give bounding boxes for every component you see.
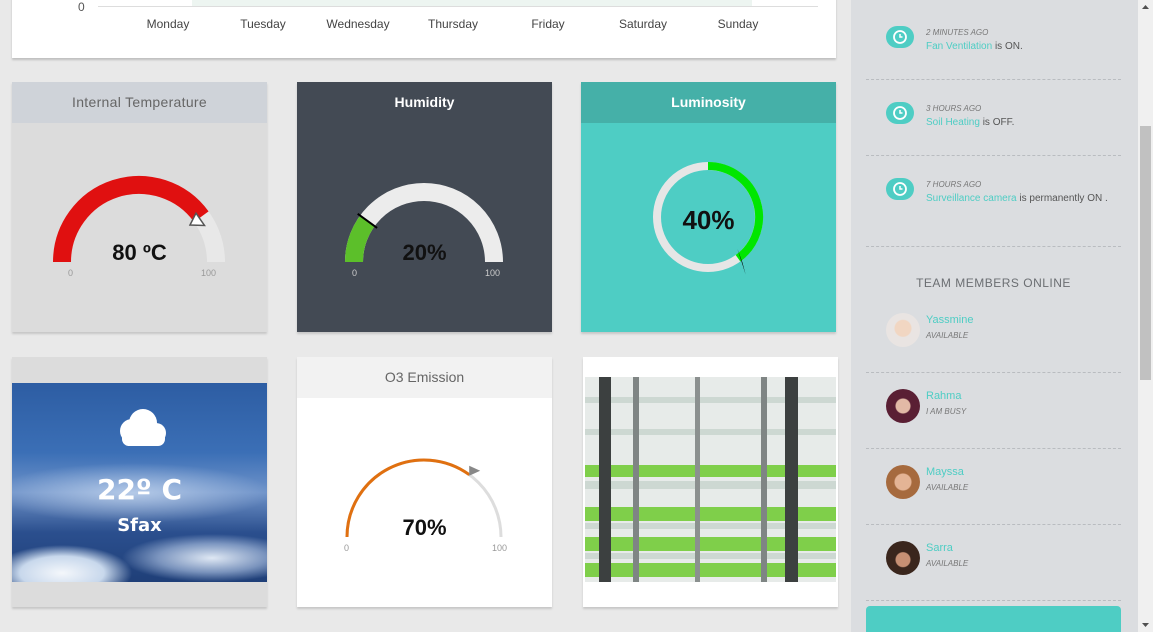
weather-city: Sfax xyxy=(117,515,162,536)
temperature-min-label: 0 xyxy=(68,268,74,278)
weekly-chart-card: 0 Monday Tuesday Wednesday Thursday Frid… xyxy=(12,0,836,58)
humidity-gauge xyxy=(345,183,503,263)
day-label-saturday: Saturday xyxy=(618,17,668,31)
temperature-gauge xyxy=(53,175,225,263)
humidity-value: 20% xyxy=(402,240,447,265)
activity-text: Soil Heating is OFF. xyxy=(926,117,1015,128)
chart-y-zero-label: 0 xyxy=(78,0,85,14)
member-status: AVAILABLE xyxy=(926,483,969,492)
o3-value: 70% xyxy=(402,515,447,540)
temperature-max-label: 100 xyxy=(201,268,217,278)
clock-icon xyxy=(886,178,914,200)
greenhouse-photo xyxy=(585,377,836,582)
day-label-thursday: Thursday xyxy=(427,17,479,31)
humidity-min-label: 0 xyxy=(352,268,358,278)
activity-item: 3 HOURS AGO Soil Heating is OFF. xyxy=(866,80,1121,156)
activity-device-link[interactable]: Soil Heating xyxy=(926,117,980,128)
temperature-card: Internal Temperature 80 ºC 0 100 xyxy=(12,82,267,332)
activity-device-link[interactable]: Surveillance camera xyxy=(926,193,1017,204)
temperature-value: 80 ºC xyxy=(112,240,167,265)
clock-icon xyxy=(886,102,914,124)
day-label-sunday: Sunday xyxy=(717,17,759,31)
activity-text: Surveillance camera is permanently ON . xyxy=(926,193,1108,204)
right-sidebar: 2 MINUTES AGO Fan Ventilation is ON. 3 H… xyxy=(851,0,1138,632)
scroll-up-arrow-icon[interactable] xyxy=(1138,0,1153,14)
chart-x-axis xyxy=(98,6,818,7)
member-name[interactable]: Sarra xyxy=(926,542,953,554)
activity-time: 2 MINUTES AGO xyxy=(926,28,989,37)
weather-card: 22º C Sfax xyxy=(12,357,267,607)
avatar xyxy=(886,541,920,575)
avatar xyxy=(886,313,920,347)
team-member[interactable]: Yassmine AVAILABLE xyxy=(866,297,1121,373)
o3-max-label: 100 xyxy=(492,543,508,553)
activity-time: 3 HOURS AGO xyxy=(926,104,982,113)
page-scrollbar[interactable] xyxy=(1138,0,1153,632)
luminosity-value: 40% xyxy=(682,205,735,235)
humidity-max-label: 100 xyxy=(485,268,501,278)
weather-temperature: 22º C xyxy=(96,473,183,506)
activity-device-link[interactable]: Fan Ventilation xyxy=(926,41,992,52)
team-member[interactable]: Rahma I AM BUSY xyxy=(866,373,1121,449)
activity-time: 7 HOURS AGO xyxy=(926,180,982,189)
humidity-card: Humidity 20% 0 100 xyxy=(297,82,552,332)
cloud-icon xyxy=(120,409,166,446)
sidebar-bottom-button[interactable] xyxy=(866,606,1121,632)
activity-text: Fan Ventilation is ON. xyxy=(926,41,1023,52)
scroll-thumb[interactable] xyxy=(1140,126,1151,380)
o3-gauge xyxy=(345,458,503,538)
day-label-tuesday: Tuesday xyxy=(240,17,286,31)
luminosity-card: Luminosity 40% xyxy=(581,82,836,332)
clock-icon xyxy=(886,26,914,48)
member-name[interactable]: Mayssa xyxy=(926,466,964,478)
team-member[interactable]: Mayssa AVAILABLE xyxy=(866,449,1121,525)
greenhouse-photo-card xyxy=(583,357,838,607)
o3-min-label: 0 xyxy=(344,543,350,553)
member-status: AVAILABLE xyxy=(926,559,969,568)
team-member[interactable]: Sarra AVAILABLE xyxy=(866,525,1121,601)
o3-card: O3 Emission 70% 0 100 xyxy=(297,357,552,607)
day-label-monday: Monday xyxy=(146,17,190,31)
day-label-wednesday: Wednesday xyxy=(326,17,390,31)
scroll-down-arrow-icon[interactable] xyxy=(1138,618,1153,632)
member-status: I AM BUSY xyxy=(926,407,967,416)
activity-item: 2 MINUTES AGO Fan Ventilation is ON. xyxy=(866,4,1121,80)
member-status: AVAILABLE xyxy=(926,331,969,340)
avatar xyxy=(886,389,920,423)
day-label-friday: Friday xyxy=(531,17,565,31)
team-members-title: TEAM MEMBERS ONLINE xyxy=(916,276,1071,290)
avatar xyxy=(886,465,920,499)
member-name[interactable]: Rahma xyxy=(926,390,961,402)
activity-item: 7 HOURS AGO Surveillance camera is perma… xyxy=(866,156,1121,247)
member-name[interactable]: Yassmine xyxy=(926,314,973,326)
